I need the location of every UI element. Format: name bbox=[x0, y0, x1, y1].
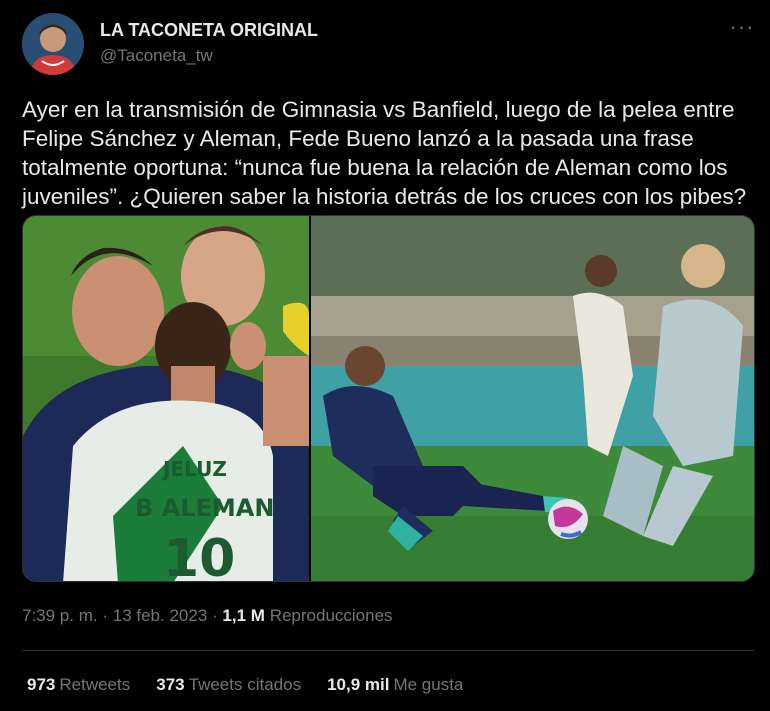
tweet-media[interactable]: JELUZ B ALEMAN 10 bbox=[22, 215, 755, 582]
jersey-name: B ALEMAN bbox=[135, 494, 274, 522]
media-photo: JELUZ B ALEMAN 10 bbox=[23, 216, 754, 582]
quotes-count: 373 bbox=[156, 675, 185, 694]
tweet-meta: 7:39 p. m. · 13 feb. 2023 · 1,1 M Reprod… bbox=[22, 606, 393, 626]
tweet-text: Ayer en la transmisión de Gimnasia vs Ba… bbox=[22, 97, 747, 209]
retweets-count: 973 bbox=[27, 675, 56, 694]
avatar-image bbox=[22, 13, 84, 75]
divider-top bbox=[22, 650, 755, 651]
likes-label: Me gusta bbox=[393, 675, 464, 694]
meta-separator-2: · bbox=[212, 606, 218, 625]
meta-separator: · bbox=[102, 606, 109, 625]
author-avatar[interactable] bbox=[22, 13, 84, 75]
tweet-date[interactable]: 13 feb. 2023 bbox=[113, 606, 208, 625]
retweets-label: Retweets bbox=[59, 675, 131, 694]
likes-count: 10,9 mil bbox=[327, 675, 390, 694]
jersey-number: 10 bbox=[163, 529, 235, 582]
author-name[interactable]: LA TACONETA ORIGINAL bbox=[100, 20, 318, 41]
author-handle[interactable]: @Taconeta_tw bbox=[100, 46, 213, 66]
retweets-stat[interactable]: 973 Retweets bbox=[27, 675, 130, 695]
jersey-sponsor: JELUZ bbox=[161, 457, 227, 481]
views-count: 1,1 M bbox=[222, 606, 265, 625]
more-icon[interactable]: ··· bbox=[724, 16, 760, 42]
left-photo: JELUZ B ALEMAN 10 bbox=[23, 216, 309, 582]
tweet-stats: 973 Retweets 373 Tweets citados 10,9 mil Me… bbox=[27, 675, 463, 695]
quotes-stat[interactable]: 373 Tweets citados bbox=[156, 675, 301, 695]
views-label: Reproducciones bbox=[269, 606, 393, 625]
likes-stat[interactable]: 10,9 mil Me gusta bbox=[327, 675, 463, 695]
tweet-time[interactable]: 7:39 p. m. bbox=[22, 606, 98, 625]
quotes-label: Tweets citados bbox=[188, 675, 302, 694]
right-photo bbox=[311, 216, 754, 581]
